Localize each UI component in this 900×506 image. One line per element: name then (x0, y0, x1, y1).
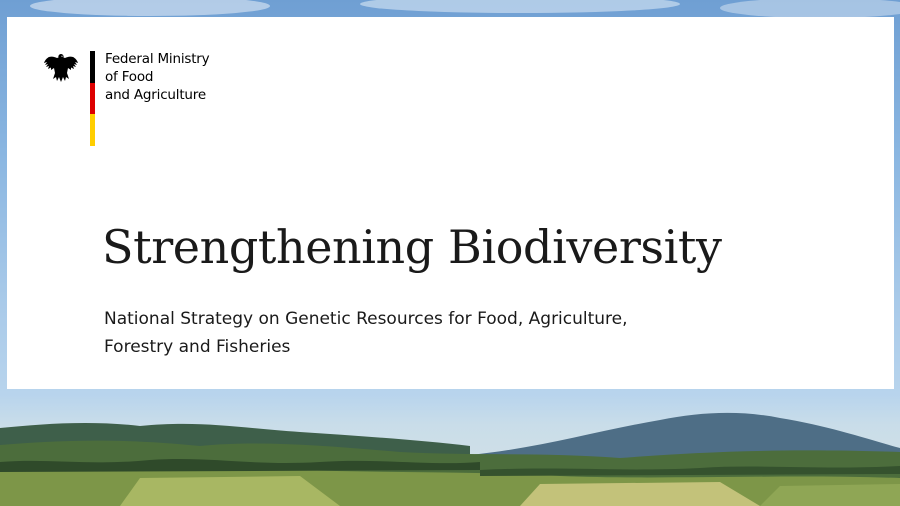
ministry-name: Federal Ministry of Food and Agriculture (105, 50, 305, 104)
document-title: Strengthening Biodiversity (102, 220, 722, 274)
subtitle-line: National Strategy on Genetic Resources f… (104, 309, 628, 329)
ministry-name-line: Federal Ministry (105, 51, 210, 67)
subtitle-line: Forestry and Fisheries (104, 337, 291, 357)
federal-eagle-icon (43, 51, 79, 85)
german-flag-bar (90, 51, 95, 146)
flag-stripe-black (90, 51, 95, 83)
flag-stripe-red (90, 83, 95, 114)
ministry-name-line: and Agriculture (105, 87, 206, 103)
document-subtitle: National Strategy on Genetic Resources f… (104, 305, 724, 361)
cover-card: Federal Ministry of Food and Agriculture… (7, 17, 894, 389)
ministry-name-line: of Food (105, 69, 154, 85)
flag-stripe-gold (90, 114, 95, 146)
